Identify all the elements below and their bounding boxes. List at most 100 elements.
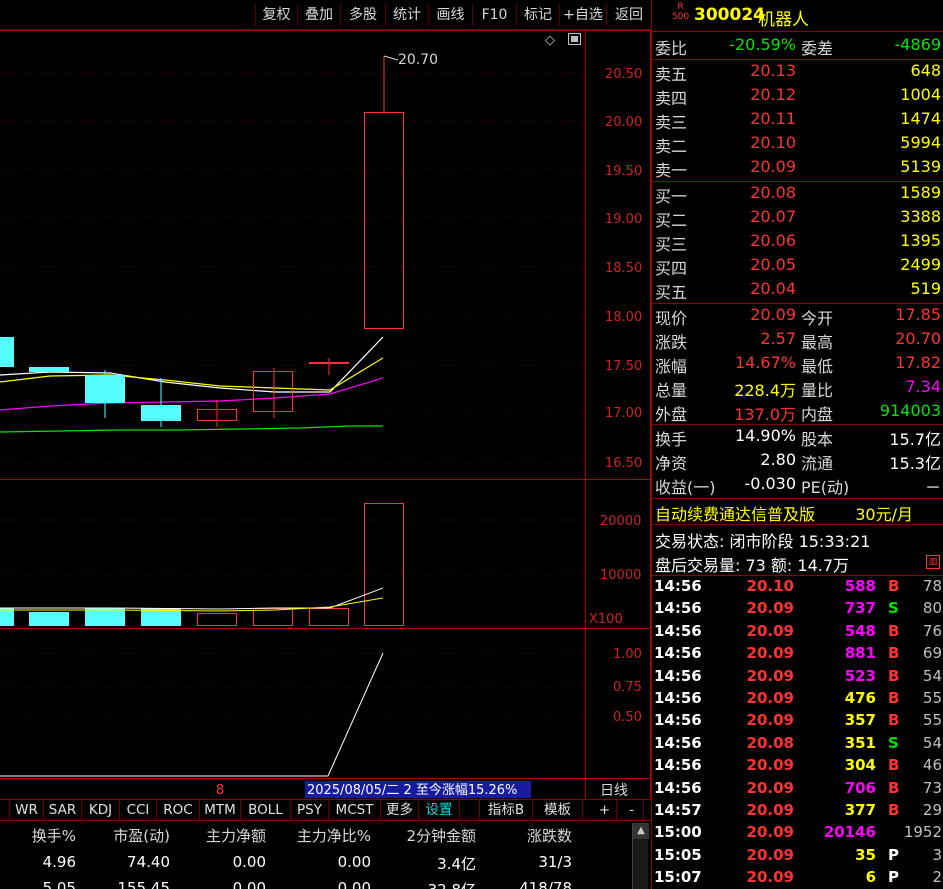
- tick-row[interactable]: 14:56 20.10 588 B 78: [652, 577, 943, 599]
- tab-wr[interactable]: WR: [10, 800, 44, 820]
- tick-row[interactable]: 14:56 20.08 351 S 54: [652, 734, 943, 756]
- tick-row[interactable]: 14:56 20.09 881 B 69: [652, 644, 943, 666]
- tab-prev-cut[interactable]: [0, 800, 10, 820]
- tick-volume: 35: [855, 845, 876, 864]
- column-header[interactable]: 2分钟金额: [388, 825, 476, 846]
- table-cell: 155.45: [117, 879, 171, 889]
- back-button[interactable]: 返回: [606, 4, 651, 26]
- tab-mcst[interactable]: MCST: [329, 800, 381, 820]
- statistics-button[interactable]: 统计: [385, 4, 428, 26]
- tab-template[interactable]: 模板: [533, 800, 583, 820]
- tick-row[interactable]: 15:05 20.09 35 P 3: [652, 846, 943, 868]
- bid-level-row[interactable]: 买二 20.07 3388: [652, 207, 943, 231]
- tick-side: B: [888, 711, 900, 730]
- tick-row[interactable]: 14:56 20.09 357 B 55: [652, 711, 943, 733]
- mark-button[interactable]: 标记: [516, 4, 559, 26]
- tick-price: 20.09: [746, 823, 794, 842]
- column-header[interactable]: 涨跌数: [500, 825, 572, 846]
- volume-bar: [364, 503, 404, 626]
- tick-row[interactable]: 14:56 20.09 523 B 54: [652, 667, 943, 689]
- tick-row[interactable]: 14:56 20.09 737 S 80: [652, 599, 943, 621]
- bid-level-volume: 1395: [900, 231, 941, 250]
- promo-text[interactable]: 自动续费通达信普及版: [655, 501, 815, 525]
- tick-row[interactable]: 15:07 20.09 6 P 2: [652, 868, 943, 889]
- tab-boll[interactable]: BOLL: [241, 800, 291, 820]
- period-label[interactable]: 日线: [600, 783, 628, 799]
- quote-label: 外盘: [655, 405, 688, 424]
- column-header[interactable]: 市盈(动): [90, 825, 170, 846]
- kline-chart[interactable]: 20.70 ◇ 20.50 20.00 19.50 19.00 18.50 18…: [0, 30, 651, 799]
- tick-side: B: [888, 756, 900, 775]
- tick-row[interactable]: 14:56 20.09 476 B 55: [652, 689, 943, 711]
- bid-level-volume: 2499: [900, 255, 941, 274]
- f10-button[interactable]: F10: [472, 4, 516, 26]
- bid-level-row[interactable]: 买五 20.04 519: [652, 279, 943, 303]
- price-axis-label: 17.00: [605, 406, 642, 421]
- ask-level-row[interactable]: 卖一 20.09 5139: [652, 157, 943, 181]
- tick-row[interactable]: 14:56 20.09 304 B 46: [652, 756, 943, 778]
- tab-kdj[interactable]: KDJ: [82, 800, 120, 820]
- volume-bar: [0, 608, 14, 626]
- ask-level-row[interactable]: 卖三 20.11 1474: [652, 109, 943, 133]
- bid-level-row[interactable]: 买四 20.05 2499: [652, 255, 943, 279]
- draw-line-button[interactable]: 画线: [428, 4, 472, 26]
- scroll-up-icon[interactable]: ▲: [633, 823, 649, 839]
- chart-toggle-icon[interactable]: ▥: [926, 555, 940, 569]
- quote-label: 现价: [655, 309, 688, 328]
- stock-stats-table: 换手% 市盈(动) 主力净额 主力净比% 2分钟金额 涨跌数 4.96 74.4…: [0, 821, 651, 889]
- fundamental-value: -0.030: [744, 474, 796, 493]
- ask-level-row[interactable]: 卖二 20.10 5994: [652, 133, 943, 157]
- column-header[interactable]: 主力净比%: [281, 825, 371, 846]
- tab-mtm[interactable]: MTM: [200, 800, 241, 820]
- tab-roc[interactable]: ROC: [157, 800, 200, 820]
- tick-time: 14:56: [654, 733, 702, 752]
- tick-time: 14:56: [654, 666, 702, 685]
- ask-level-row[interactable]: 卖四 20.12 1004: [652, 85, 943, 109]
- indicator-axis-label: 1.00: [613, 647, 642, 662]
- promo-price[interactable]: 30元/月: [855, 501, 913, 525]
- bid-level-label: 买三: [655, 235, 688, 254]
- bid-level-row[interactable]: 买三 20.06 1395: [652, 231, 943, 255]
- tab-settings[interactable]: 设置: [419, 800, 460, 820]
- quote-value: 17.85: [895, 305, 941, 324]
- tab-more[interactable]: 更多: [381, 800, 419, 820]
- quote-value: 914003: [879, 401, 941, 420]
- bid-level-row[interactable]: 买一 20.08 1589: [652, 183, 943, 207]
- tick-side: P: [888, 845, 899, 864]
- tick-price: 20.09: [746, 621, 794, 640]
- tick-row[interactable]: 14:56 20.09 706 B 73: [652, 779, 943, 801]
- tick-count: 78: [922, 577, 942, 595]
- zoom-in-button[interactable]: +: [593, 800, 617, 820]
- table-scrollbar[interactable]: ▲: [632, 823, 649, 889]
- diamond-icon[interactable]: ◇: [545, 33, 555, 48]
- tab-cci[interactable]: CCI: [120, 800, 157, 820]
- price-axis-label: 19.50: [605, 164, 642, 179]
- tick-count: 2: [932, 868, 942, 887]
- fundamental-label: 流通: [801, 454, 834, 473]
- bid-level-volume: 3388: [900, 207, 941, 226]
- fundamental-label: 换手: [655, 430, 688, 449]
- restore-rights-button[interactable]: 复权: [255, 4, 297, 26]
- tab-sar[interactable]: SAR: [44, 800, 82, 820]
- tab-indicator-b[interactable]: 指标B: [479, 800, 533, 820]
- quote-value: 2.57: [760, 329, 796, 348]
- add-watchlist-button[interactable]: +自选: [559, 4, 606, 26]
- tab-psy[interactable]: PSY: [291, 800, 329, 820]
- column-header[interactable]: 换手%: [0, 825, 76, 846]
- tick-row[interactable]: 14:56 20.09 548 B 76: [652, 622, 943, 644]
- overlay-button[interactable]: 叠加: [297, 4, 340, 26]
- ask-level-row[interactable]: 卖五 20.13 648: [652, 61, 943, 85]
- candle: [364, 56, 404, 329]
- tick-row[interactable]: 14:57 20.09 377 B 29: [652, 801, 943, 823]
- tick-volume: 304: [844, 756, 876, 775]
- tick-time: 15:07: [654, 868, 702, 887]
- tick-side: B: [888, 644, 900, 663]
- tick-price: 20.09: [746, 868, 794, 887]
- bid-level-label: 买四: [655, 259, 688, 278]
- column-header[interactable]: 主力净额: [186, 825, 266, 846]
- zoom-out-button[interactable]: -: [620, 800, 644, 820]
- tick-row[interactable]: 15:00 20.09 20146 1952: [652, 823, 943, 845]
- tick-volume: 351: [844, 733, 876, 752]
- tick-volume: 706: [844, 778, 876, 797]
- multi-stock-button[interactable]: 多股: [340, 4, 385, 26]
